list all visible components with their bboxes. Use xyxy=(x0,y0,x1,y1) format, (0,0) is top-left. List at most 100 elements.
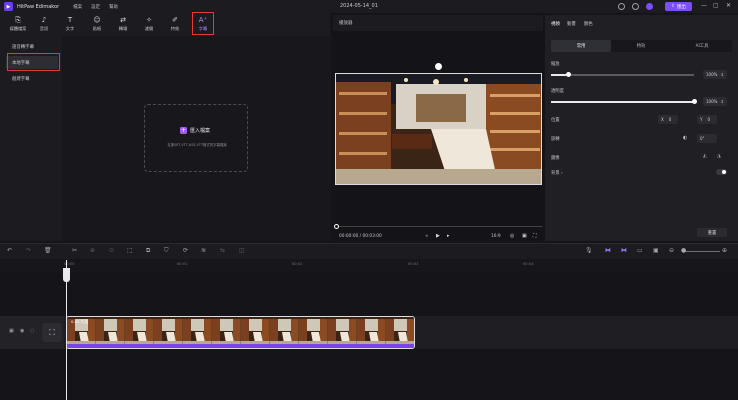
clip-thumbnails xyxy=(67,317,414,346)
tab-animation[interactable]: 動畫 xyxy=(567,21,576,27)
tool-text[interactable]: T 文字 xyxy=(59,16,81,32)
position-x-field[interactable]: X0 xyxy=(658,115,678,124)
scale-slider-knob[interactable] xyxy=(565,72,571,77)
fullscreen-icon[interactable]: ⛶ xyxy=(533,233,537,239)
microphone-icon[interactable]: 🎙 xyxy=(585,248,593,254)
shield-icon[interactable]: ⛉ xyxy=(164,248,169,254)
download-icon[interactable] xyxy=(632,3,639,10)
menu-help[interactable]: 幫助 xyxy=(109,4,118,10)
subtitle-tool-highlight xyxy=(192,12,214,35)
freeze-icon[interactable]: ⧉ xyxy=(146,248,150,254)
track-cover-icon[interactable]: ⛶ xyxy=(42,323,62,342)
tool-media[interactable]: ⎘ 媒體檔案 xyxy=(7,16,29,32)
import-button[interactable]: + 匯入檔案 xyxy=(180,127,210,134)
tab-color[interactable]: 顏色 xyxy=(584,21,593,27)
crop-icon[interactable]: ⬚ xyxy=(127,248,133,254)
tool-effect[interactable]: ✐ 特效 xyxy=(164,16,186,32)
mask-icon[interactable]: ⊙ xyxy=(109,248,114,254)
segment-common[interactable]: 常用 xyxy=(551,40,611,52)
opacity-slider-fill xyxy=(551,101,694,103)
account-icon[interactable] xyxy=(646,3,653,10)
flip-vertical-icon[interactable]: ◮ xyxy=(717,153,721,159)
visibility-icon[interactable]: ◉ xyxy=(20,328,24,334)
stepper-icon: ⇕ xyxy=(720,72,724,77)
maximize-icon[interactable]: ▢ xyxy=(713,2,719,9)
menu-settings[interactable]: 設定 xyxy=(91,4,100,10)
local-subtitle-highlight xyxy=(7,53,60,71)
clip-label: 0.03 片段 xyxy=(71,319,89,324)
mute-icon[interactable]: ◌ xyxy=(30,328,34,334)
zoom-out-icon[interactable]: ⊖ xyxy=(669,248,674,254)
background-label[interactable]: 背景 › xyxy=(551,170,563,176)
next-frame-icon[interactable]: ▸ xyxy=(447,233,450,239)
playhead-handle[interactable] xyxy=(63,268,70,282)
flip-horizontal-icon[interactable]: ◭ xyxy=(703,153,707,159)
scale-slider-track[interactable] xyxy=(551,74,694,76)
screenshot-icon[interactable]: ◫ xyxy=(239,248,245,254)
sidebar-item-speech-to-subtitle[interactable]: 語音轉字幕 xyxy=(6,40,58,53)
redo-icon[interactable]: ↷ xyxy=(26,248,31,254)
background-toggle[interactable] xyxy=(716,169,727,175)
video-preview[interactable] xyxy=(335,73,542,185)
export-button[interactable]: ⇪ 匯出 xyxy=(665,2,692,11)
app-name: HitPaw Edimakor xyxy=(17,3,60,10)
tool-filter[interactable]: ✧ 濾鏡 xyxy=(138,16,160,32)
app-logo: ▶ xyxy=(4,2,13,11)
close-icon[interactable]: ✕ xyxy=(726,2,731,9)
sidebar-item-create-subtitle[interactable]: 創建字幕 xyxy=(6,72,58,85)
transition-icon: ⇄ xyxy=(120,16,126,24)
reverse-icon[interactable]: ⇆ xyxy=(220,248,225,254)
chevron-right-icon: › xyxy=(560,171,563,176)
play-icon[interactable]: ▶ xyxy=(436,233,440,239)
progress-knob[interactable] xyxy=(334,224,339,229)
import-hint: 支援SRT,VTT,ASS,VTT格式的字幕檔案 xyxy=(167,143,227,147)
scale-value-field[interactable]: 100% ⇕ xyxy=(703,70,727,79)
playback-progress-bar[interactable] xyxy=(336,226,542,227)
tick-label: 00:02 xyxy=(292,262,303,266)
feedback-icon[interactable] xyxy=(618,3,625,10)
rotate-label: 旋轉 xyxy=(551,137,560,142)
scale-label: 縮放 xyxy=(551,62,560,67)
reset-button[interactable]: 重置 xyxy=(697,228,727,237)
filter-icon: ✧ xyxy=(146,16,152,24)
link-icon[interactable]: ⧓ xyxy=(605,248,611,254)
undo-icon[interactable]: ↶ xyxy=(7,248,12,254)
menu-file[interactable]: 檔案 xyxy=(73,4,82,10)
segment-effects[interactable]: 特效 xyxy=(611,40,671,52)
delete-icon[interactable]: 🗑 xyxy=(44,248,52,254)
segment-ai-tools[interactable]: AI工具 xyxy=(672,40,732,52)
video-clip[interactable]: 0.03 片段 xyxy=(66,316,415,349)
lock-icon[interactable]: ▣ xyxy=(9,328,14,334)
snapshot-icon[interactable]: ◎ xyxy=(510,233,514,239)
tool-sticker[interactable]: ☺ 貼紙 xyxy=(86,16,108,32)
rotate-handle[interactable] xyxy=(435,63,442,70)
opacity-value-field[interactable]: 100% ⇕ xyxy=(703,97,727,106)
audio-detach-icon[interactable]: ≋ xyxy=(201,248,206,254)
zoom-in-icon[interactable]: ⊕ xyxy=(722,248,727,254)
crop-icon[interactable]: ▣ xyxy=(522,233,527,239)
zoom-slider[interactable] xyxy=(683,251,720,252)
minimize-icon[interactable]: — xyxy=(701,2,707,9)
rotate-dial-icon[interactable]: ◐ xyxy=(683,135,687,141)
player-timecode: 00:00:00 / 00:03:00 xyxy=(339,234,382,239)
zoom-knob[interactable]: ● xyxy=(681,248,686,254)
timeline-ruler[interactable] xyxy=(0,259,738,272)
rotate-value-field[interactable]: 0° xyxy=(697,134,717,143)
import-drop-zone[interactable]: + 匯入檔案 支援SRT,VTT,ASS,VTT格式的字幕檔案 xyxy=(144,104,248,172)
speed-icon[interactable]: ⟳ xyxy=(183,248,188,254)
aspect-ratio-select[interactable]: 16:9 xyxy=(491,234,501,239)
split-icon[interactable]: ✂ xyxy=(72,248,77,254)
tool-transition[interactable]: ⇄ 轉場 xyxy=(112,16,134,32)
prev-frame-icon[interactable]: ◂ xyxy=(425,233,428,239)
add-marker-icon[interactable]: ⊕ xyxy=(90,248,95,254)
tick-label: 00:01 xyxy=(177,262,188,266)
position-y-field[interactable]: Y0 xyxy=(697,115,717,124)
tab-video[interactable]: 視頻 xyxy=(551,21,560,27)
snap-icon[interactable]: ⧓ xyxy=(621,248,627,254)
opacity-slider-knob[interactable] xyxy=(691,99,697,104)
music-icon: ♪ xyxy=(41,16,47,24)
tool-audio[interactable]: ♪ 音訊 xyxy=(33,16,55,32)
opacity-label: 透明度 xyxy=(551,89,564,94)
preview-quality-icon[interactable]: ▣ xyxy=(653,248,659,254)
track-icon[interactable]: ▭ xyxy=(637,248,643,254)
